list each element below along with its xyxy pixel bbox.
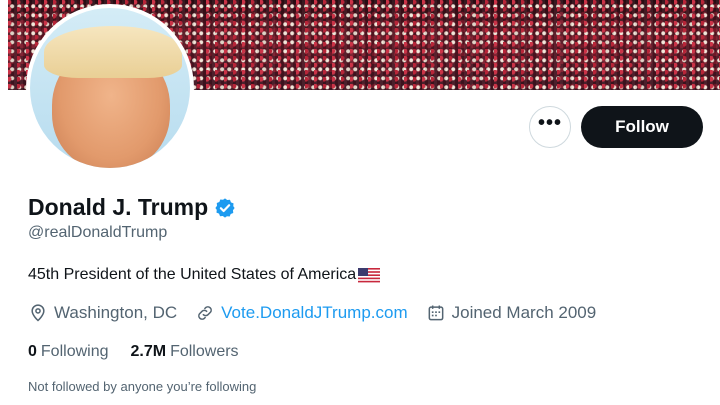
calendar-icon xyxy=(428,305,444,321)
website-item[interactable]: Vote.DonaldJTrump.com xyxy=(195,303,408,323)
verified-badge-icon[interactable] xyxy=(214,197,236,219)
joined-text: Joined March 2009 xyxy=(451,303,597,322)
more-options-button[interactable]: ••• xyxy=(529,106,571,148)
display-name: Donald J. Trump xyxy=(28,194,209,220)
followed-by-note: Not followed by anyone you’re following xyxy=(28,379,257,394)
following-stat[interactable]: 0 Following xyxy=(28,343,109,361)
followers-count: 2.7M xyxy=(130,343,167,360)
joined-item: Joined March 2009 xyxy=(426,303,597,323)
more-icon: ••• xyxy=(537,112,562,134)
avatar-hair xyxy=(44,26,182,78)
avatar-photo xyxy=(30,8,190,168)
profile-handle: @realDonaldTrump xyxy=(28,224,168,241)
bio-text: 45th President of the United States of A… xyxy=(28,266,357,283)
follow-button[interactable]: Follow xyxy=(581,106,703,148)
location-icon xyxy=(31,304,45,322)
followers-label: Followers xyxy=(170,343,239,360)
profile-bio: 45th President of the United States of A… xyxy=(28,266,381,284)
name-row: Donald J. Trump xyxy=(28,194,236,221)
location-item: Washington, DC xyxy=(28,303,177,323)
location-text: Washington, DC xyxy=(54,303,178,322)
profile-meta: Washington, DC Vote.DonaldJTrump.com Joi… xyxy=(28,303,614,323)
following-count: 0 xyxy=(28,343,37,360)
profile-stats: 0 Following 2.7M Followers xyxy=(28,343,261,361)
website-link[interactable]: Vote.DonaldJTrump.com xyxy=(221,303,407,323)
followers-stat[interactable]: 2.7M Followers xyxy=(131,343,239,361)
profile-avatar[interactable] xyxy=(26,4,194,172)
us-flag-icon xyxy=(358,267,381,283)
link-icon xyxy=(198,306,213,320)
following-label: Following xyxy=(40,343,109,360)
